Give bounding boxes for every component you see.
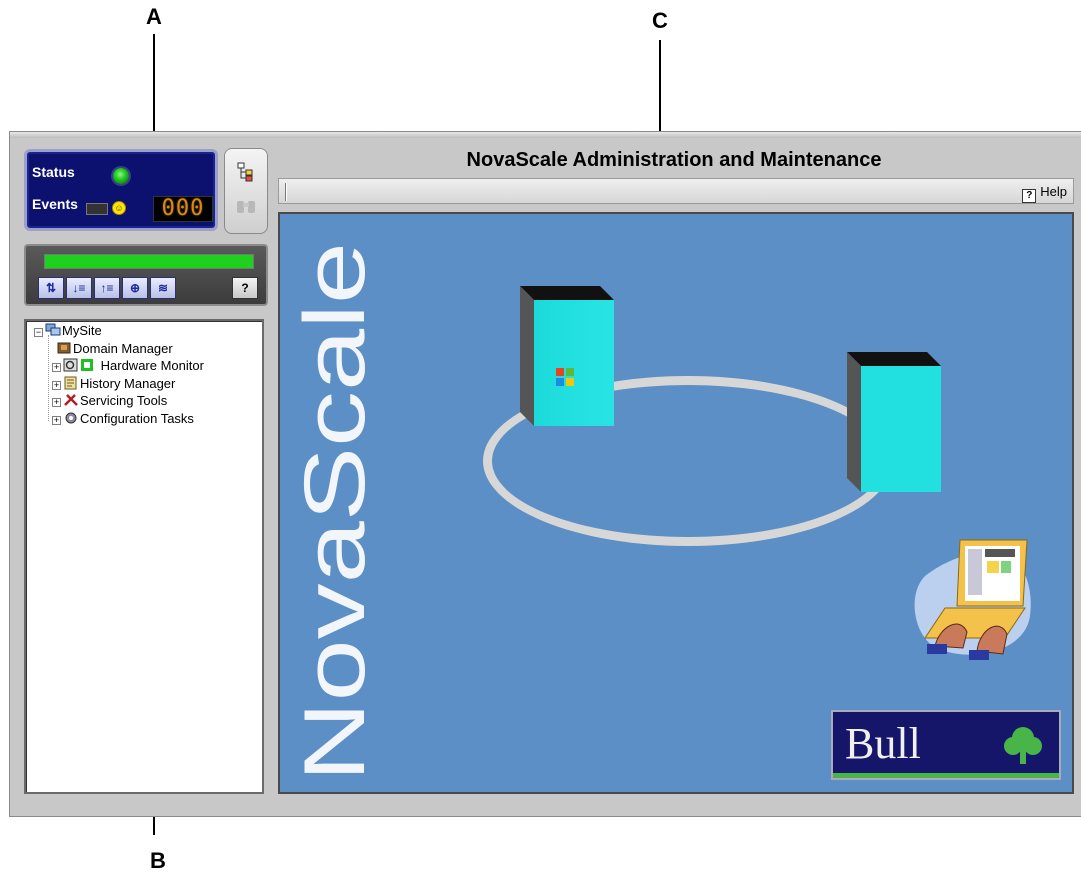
bull-logo-text: Bull: [845, 719, 921, 768]
events-label: Events: [32, 196, 78, 212]
toolbar-panel: ⇅ ↓≡ ↑≡ ⊕ ≋ ?: [24, 244, 268, 306]
tree-root-label: MySite: [62, 323, 102, 338]
hardware-monitor-icon: [63, 358, 79, 372]
help-icon: ?: [1022, 189, 1037, 203]
tree-label: Domain Manager: [73, 341, 173, 356]
expand-icon[interactable]: +: [52, 398, 61, 407]
server-windows-icon: [520, 286, 614, 426]
window-top-bevel: [10, 132, 1081, 138]
bull-logo: Bull: [831, 710, 1061, 780]
green-status-icon: [80, 358, 96, 372]
callout-a: A: [146, 4, 162, 29]
sort-button[interactable]: ↓≡: [66, 277, 92, 299]
domain-manager-icon: [56, 341, 72, 355]
app-window: Status Events ☺ 000 ⇅ ↓≡ ↑≡ ⊕ ≋ ? − MySit…: [9, 131, 1081, 817]
callout-c: C: [652, 8, 668, 33]
expand-icon[interactable]: +: [52, 381, 61, 390]
brand-vertical-text: NovaScale: [287, 242, 376, 782]
progress-bar: [44, 254, 254, 269]
bull-tree-icon: [1004, 727, 1042, 764]
status-led-icon[interactable]: [113, 168, 129, 184]
help-button-small[interactable]: ?: [232, 277, 258, 299]
tree-top-button[interactable]: ↑≡: [94, 277, 120, 299]
tree-view-icon[interactable]: [234, 161, 258, 185]
expand-icon[interactable]: +: [52, 416, 61, 425]
status-panel: Status Events ☺ 000: [24, 149, 218, 231]
tree-item-servicing-tools[interactable]: + Servicing Tools: [52, 392, 167, 409]
collapse-icon[interactable]: −: [34, 328, 43, 337]
status-label: Status: [32, 164, 75, 180]
main-toolbar: ? Help: [278, 178, 1074, 204]
tree-item-configuration-tasks[interactable]: + Configuration Tasks: [52, 410, 194, 427]
help-button[interactable]: ? Help: [1022, 182, 1067, 203]
server-icon: [847, 352, 941, 492]
tree-label: Servicing Tools: [80, 393, 168, 408]
tree-label: History Manager: [80, 376, 176, 391]
tree-item-mysite[interactable]: − MySite: [34, 322, 102, 339]
tree-item-history-manager[interactable]: + History Manager: [52, 375, 175, 392]
expand-icon[interactable]: +: [52, 363, 61, 372]
history-manager-icon: [63, 376, 79, 390]
tree-item-domain-manager[interactable]: Domain Manager: [56, 340, 173, 357]
configuration-tasks-icon: [63, 411, 79, 425]
tree-pane: − MySite Domain Manager + Hardware Monito…: [24, 319, 264, 794]
toolbar-separator: [285, 183, 287, 201]
list-button[interactable]: ≋: [150, 277, 176, 299]
progress-fill: [45, 255, 253, 268]
welcome-canvas: NovaScale Bull: [278, 212, 1074, 794]
tree-item-hardware-monitor[interactable]: + Hardware Monitor: [52, 357, 204, 374]
admin-workstation-icon: [914, 539, 1031, 660]
tree-label: Configuration Tasks: [80, 411, 194, 426]
page-title: NovaScale Administration and Maintenance: [466, 149, 882, 171]
refresh-button[interactable]: ⇅: [38, 277, 64, 299]
network-button[interactable]: ⊕: [122, 277, 148, 299]
svg-text:NovaScale: NovaScale: [287, 242, 376, 782]
side-button-panel: [224, 148, 268, 234]
events-box-icon[interactable]: [86, 203, 108, 215]
smiley-icon[interactable]: ☺: [112, 201, 126, 215]
callout-b: B: [150, 848, 166, 873]
servicing-tools-icon: [63, 393, 79, 407]
tree-label: Hardware Monitor: [100, 358, 204, 373]
site-icon: [45, 323, 61, 337]
bull-logo-bar: [833, 773, 1059, 778]
events-counter: 000: [153, 196, 213, 222]
binoculars-icon[interactable]: [234, 197, 258, 221]
help-label: Help: [1040, 184, 1067, 199]
